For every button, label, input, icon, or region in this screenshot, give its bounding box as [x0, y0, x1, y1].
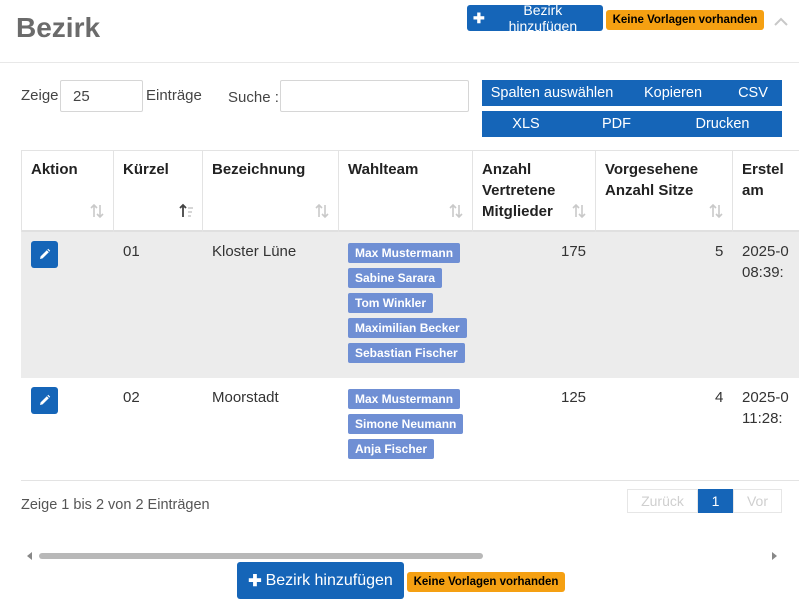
edit-button[interactable]	[31, 387, 58, 414]
cell-erstellt-time: 08:39:	[742, 264, 784, 281]
cell-sitze: 5	[715, 243, 724, 260]
header-bezeichnung[interactable]: Bezeichnung	[212, 159, 305, 180]
add-bezirk-label-bottom: Bezirk hinzufügen	[265, 571, 393, 589]
bezirk-table: Aktion Kürzel Bezeichnung Wahlteam Anzah…	[21, 150, 799, 481]
show-label: Zeige	[21, 87, 59, 104]
header-anzahl-line3: Mitglieder	[482, 203, 553, 220]
header-erstellt-line2: am	[742, 182, 764, 199]
header-divider	[0, 62, 799, 63]
columns-select-button[interactable]: Spalten auswählen	[482, 80, 622, 106]
no-templates-badge-top: Keine Vorlagen vorhanden	[606, 10, 764, 30]
plus-icon: ✚	[473, 9, 485, 26]
cell-bezeichnung: Moorstadt	[212, 389, 279, 406]
cell-anzahl: 175	[561, 243, 587, 260]
wahlteam-tag: Maximilian Becker	[348, 318, 467, 338]
no-templates-badge-bottom: Keine Vorlagen vorhanden	[407, 572, 565, 592]
pencil-icon	[40, 248, 51, 259]
sort-icon[interactable]	[89, 203, 105, 219]
wahlteam-tag: Tom Winkler	[348, 293, 434, 313]
wahlteam-tag: Simone Neumann	[348, 414, 464, 434]
header-wahlteam[interactable]: Wahlteam	[348, 159, 418, 180]
cell-kuerzel: 01	[123, 243, 140, 260]
table-row: 01 Kloster Lüne Max Mustermann Sabine Sa…	[21, 232, 799, 378]
add-bezirk-button-bottom[interactable]: ✚ Bezirk hinzufügen	[237, 562, 404, 599]
wahlteam-tag: Anja Fischer	[348, 439, 435, 459]
scrollbar-thumb[interactable]	[39, 553, 483, 559]
header-aktion[interactable]: Aktion	[31, 159, 78, 180]
pagination-prev[interactable]: Zurück	[627, 489, 698, 513]
xls-button[interactable]: XLS	[482, 111, 570, 137]
plus-icon: ✚	[248, 572, 262, 590]
cell-bezeichnung: Kloster Lüne	[212, 243, 297, 260]
sort-icon[interactable]	[448, 203, 464, 219]
cell-sitze: 4	[715, 389, 724, 406]
print-button[interactable]: Drucken	[663, 111, 782, 137]
header-vorgesehene-line1: Vorgesehene	[605, 161, 699, 178]
header-anzahl-line2: Vertretene	[482, 182, 556, 199]
sort-asc-icon[interactable]	[178, 203, 194, 219]
entries-label: Einträge	[146, 87, 202, 104]
wahlteam-tag: Max Mustermann	[348, 389, 461, 409]
header-kuerzel[interactable]: Kürzel	[123, 159, 169, 180]
cell-kuerzel: 02	[123, 389, 140, 406]
wahlteam-tag: Sebastian Fischer	[348, 343, 465, 363]
table-row: 02 Moorstadt Max Mustermann Simone Neuma…	[21, 378, 799, 480]
wahlteam-tag: Sabine Sarara	[348, 268, 443, 288]
csv-button[interactable]: CSV	[724, 80, 782, 106]
sort-icon[interactable]	[708, 203, 724, 219]
sort-icon[interactable]	[314, 203, 330, 219]
cell-erstellt-time: 11:28:	[742, 410, 783, 427]
header-erstellt-line1: Erstel	[742, 161, 784, 178]
cell-erstellt-date: 2025-0	[742, 389, 789, 406]
add-bezirk-button-top[interactable]: ✚ Bezirk hinzufügen	[467, 2, 603, 34]
entries-per-page-select[interactable]: 25	[60, 80, 143, 112]
search-input[interactable]	[280, 80, 469, 112]
pagination-next[interactable]: Vor	[733, 489, 782, 513]
pdf-button[interactable]: PDF	[570, 111, 663, 137]
pagination-page-1[interactable]: 1	[698, 489, 733, 513]
copy-button[interactable]: Kopieren	[622, 80, 724, 106]
table-info: Zeige 1 bis 2 von 2 Einträgen	[21, 497, 210, 513]
cell-erstellt-date: 2025-0	[742, 243, 789, 260]
sort-icon[interactable]	[571, 203, 587, 219]
header-vorgesehene[interactable]: Vorgesehene Anzahl Sitze	[605, 159, 698, 201]
edit-button[interactable]	[31, 241, 58, 268]
header-erstellt[interactable]: Erstel am	[742, 159, 784, 201]
add-bezirk-label: Bezirk hinzufügen	[508, 2, 578, 34]
chevron-up-icon[interactable]	[772, 14, 790, 30]
search-label: Suche :	[228, 89, 279, 106]
header-vorgesehene-line2: Anzahl Sitze	[605, 182, 694, 199]
pencil-icon	[40, 394, 51, 405]
header-anzahl-line1: Anzahl	[482, 161, 532, 178]
page-title: Bezirk	[16, 12, 101, 43]
header-anzahl[interactable]: Anzahl Vertretene Mitglieder	[482, 159, 555, 222]
wahlteam-tag: Max Mustermann	[348, 243, 461, 263]
cell-anzahl: 125	[561, 389, 587, 406]
